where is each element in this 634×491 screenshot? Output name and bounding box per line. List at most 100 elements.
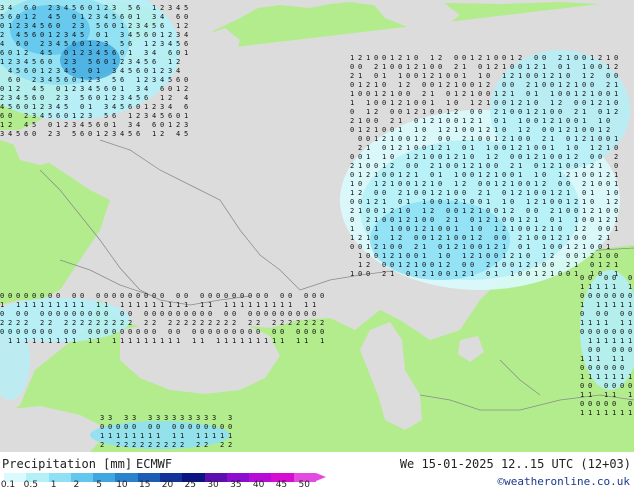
grid-value: 4 (24, 121, 28, 129)
grid-value: 0 (580, 274, 584, 282)
grid-value: 0 (526, 225, 530, 233)
grid-value: 0 (80, 40, 84, 48)
grid-value: 1 (184, 301, 188, 309)
grid-value: 1 (152, 67, 156, 75)
grid-value: 1 (628, 391, 632, 399)
grid-value: 2 (582, 225, 586, 233)
grid-value: 1 (204, 432, 208, 440)
grid-value: 0 (414, 144, 418, 152)
grid-value: 5 (40, 85, 44, 93)
grid-value: 0 (542, 54, 546, 62)
grid-value: 2 (510, 72, 514, 80)
grid-value: 1 (526, 144, 530, 152)
grid-value: 1 (24, 301, 28, 309)
grid-value: 1 (264, 337, 268, 345)
grid-value: 1 (534, 171, 538, 179)
grid-value: 1 (534, 270, 538, 278)
grid-value: 0 (558, 153, 562, 161)
grid-value: 0 (438, 135, 442, 143)
grid-value: 1 (542, 63, 546, 71)
grid-value: 6 (16, 103, 20, 111)
grid-value: 1 (582, 243, 586, 251)
grid-value: 2 (382, 90, 386, 98)
grid-value: 1 (502, 207, 506, 215)
grid-value: 4 (40, 112, 44, 120)
grid-value: 2 (462, 135, 466, 143)
grid-value: 0 (462, 54, 466, 62)
grid-value: 3 (104, 40, 108, 48)
grid-value: 0 (358, 135, 362, 143)
grid-value: 0 (518, 225, 522, 233)
grid-value: 3 (96, 13, 100, 21)
grid-value: 0 (72, 292, 76, 300)
grid-value: 0 (398, 63, 402, 71)
grid-value: 1 (358, 117, 362, 125)
grid-value: 0 (296, 310, 300, 318)
grid-value: 5 (184, 4, 188, 12)
grid-value: 0 (64, 328, 68, 336)
grid-value: 0 (598, 225, 602, 233)
grid-value: 1 (104, 301, 108, 309)
grid-value: 0 (32, 4, 36, 12)
grid-value: 0 (550, 198, 554, 206)
grid-value: 1 (152, 4, 156, 12)
grid-value: 0 (152, 310, 156, 318)
grid-value: 3 (80, 85, 84, 93)
grid-value: 5 (128, 130, 132, 138)
grid-value: 2 (398, 144, 402, 152)
grid-value: 0 (470, 108, 474, 116)
grid-value: 0 (590, 63, 594, 71)
grid-value: 1 (120, 337, 124, 345)
grid-value: 1 (32, 301, 36, 309)
grid-value: 2 (16, 85, 20, 93)
grid-value: 2 (598, 54, 602, 62)
grid-value: 1 (502, 63, 506, 71)
grid-value: 5 (48, 49, 52, 57)
grid-value: 1 (446, 189, 450, 197)
grid-value: 0 (0, 292, 4, 300)
grid-value: 2 (382, 270, 386, 278)
grid-value: 1 (502, 198, 506, 206)
grid-value: 1 (358, 252, 362, 260)
grid-value: 0 (550, 108, 554, 116)
grid-value: 1 (462, 153, 466, 161)
grid-value: 1 (350, 270, 354, 278)
grid-value: 0 (534, 207, 538, 215)
grid-value: 1 (534, 90, 538, 98)
grid-value: 2 (144, 319, 148, 327)
grid-value: 6 (160, 22, 164, 30)
legend-label: 20 (161, 480, 174, 490)
grid-value: 0 (240, 328, 244, 336)
grid-value: 0 (64, 310, 68, 318)
grid-value: 5 (160, 112, 164, 120)
grid-value: 0 (414, 72, 418, 80)
grid-value: 5 (48, 112, 52, 120)
grid-value: 0 (614, 162, 618, 170)
grid-value: 0 (176, 49, 180, 57)
grid-value: 2 (558, 189, 562, 197)
grid-value: 2 (24, 49, 28, 57)
grid-value: 2 (208, 319, 212, 327)
grid-value: 2 (542, 135, 546, 143)
grid-value: 2 (614, 198, 618, 206)
grid-value: 1 (128, 49, 132, 57)
grid-value: 1 (414, 216, 418, 224)
grid-value: 2 (40, 319, 44, 327)
grid-value: 1 (494, 171, 498, 179)
grid-value: 1 (108, 432, 112, 440)
grid-value: 0 (574, 99, 578, 107)
grid-value: 4 (56, 40, 60, 48)
grid-value: 1 (454, 216, 458, 224)
grid-value: 2 (422, 180, 426, 188)
grid-value: 0 (566, 270, 570, 278)
grid-value: 0 (32, 328, 36, 336)
grid-value: 1 (588, 337, 592, 345)
grid-value: 2 (454, 153, 458, 161)
grid-value: 0 (510, 198, 514, 206)
grid-value: 1 (518, 216, 522, 224)
grid-value: 0 (136, 328, 140, 336)
grid-value: 1 (614, 81, 618, 89)
grid-value: 2 (422, 90, 426, 98)
grid-value: 1 (80, 301, 84, 309)
grid-value: 2 (88, 76, 92, 84)
